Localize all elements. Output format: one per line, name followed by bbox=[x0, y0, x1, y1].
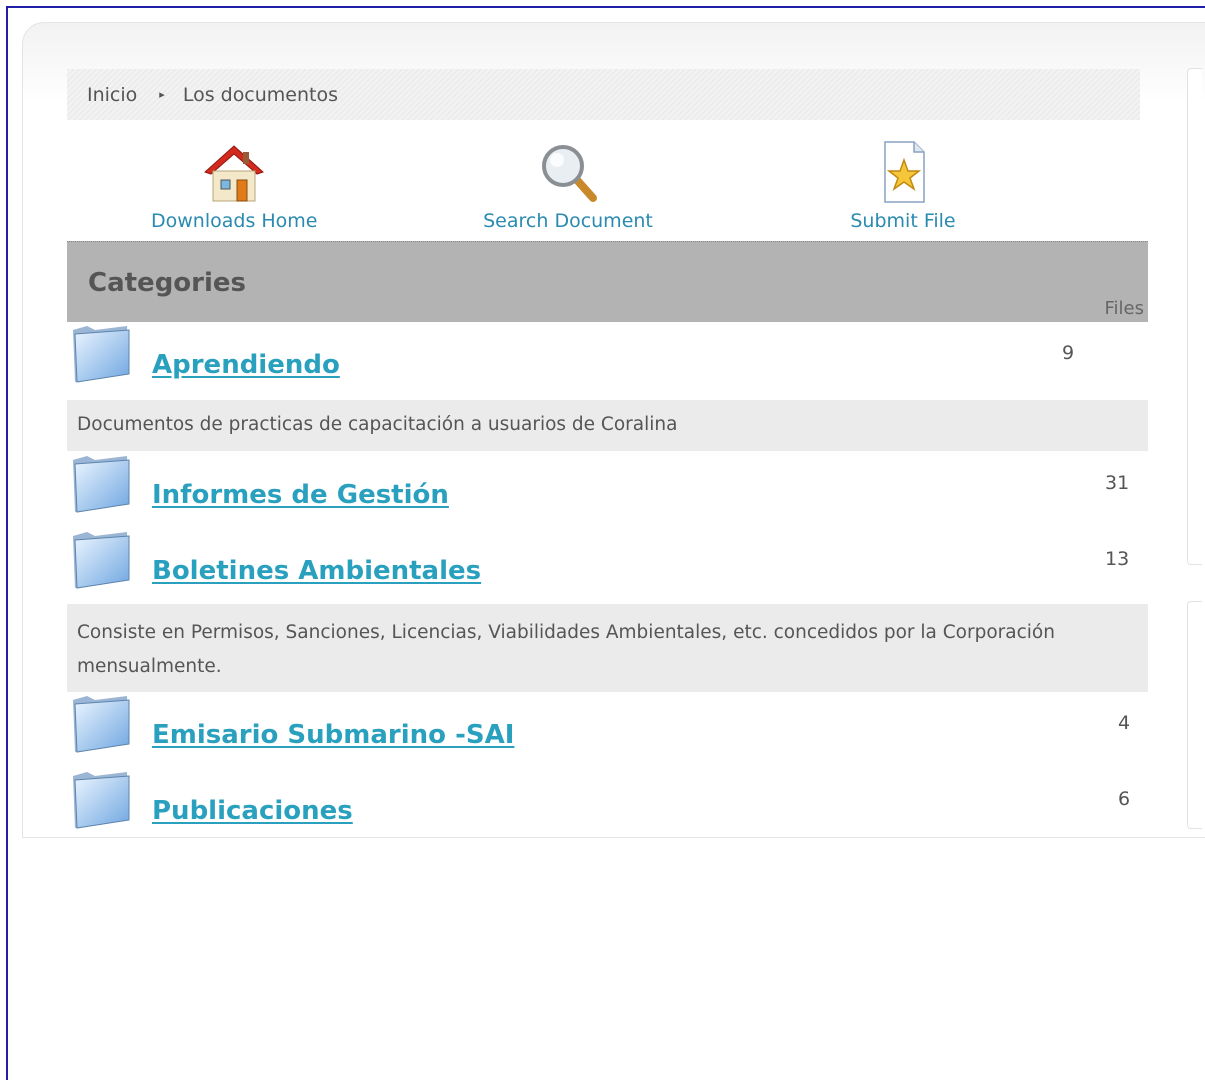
category-file-count: 9 bbox=[1062, 342, 1075, 364]
downloads-home-label: Downloads Home bbox=[151, 210, 318, 232]
downloads-toolbar: Downloads Home Search Document Submit Fi… bbox=[67, 140, 1147, 240]
category-link-aprendiendo[interactable]: Aprendiendo bbox=[152, 350, 340, 380]
category-row: Publicaciones 6 bbox=[67, 768, 1148, 834]
search-document-label: Search Document bbox=[483, 210, 653, 232]
downloads-home-button[interactable]: Downloads Home bbox=[151, 140, 318, 232]
breadcrumb-home-link[interactable]: Inicio bbox=[87, 84, 137, 106]
magnifier-icon bbox=[542, 145, 597, 202]
categories-header: Categories Files bbox=[67, 241, 1148, 322]
sidebar-module-edge bbox=[1187, 601, 1202, 829]
category-row: Aprendiendo 9 bbox=[67, 322, 1148, 394]
house-icon bbox=[204, 145, 264, 202]
category-file-count: 6 bbox=[1118, 788, 1131, 810]
folder-icon[interactable] bbox=[69, 528, 133, 590]
category-row: Informes de Gestión 31 bbox=[67, 452, 1148, 524]
sidebar-module-edge bbox=[1187, 68, 1202, 565]
submit-file-button[interactable]: Submit File bbox=[847, 140, 959, 232]
folder-icon[interactable] bbox=[69, 768, 133, 830]
category-file-count: 4 bbox=[1118, 712, 1131, 734]
category-file-count: 31 bbox=[1105, 472, 1130, 494]
category-description: Documentos de practicas de capacitación … bbox=[67, 400, 1148, 451]
category-link-informes-de-gestion[interactable]: Informes de Gestión bbox=[152, 480, 449, 510]
category-link-boletines-ambientales[interactable]: Boletines Ambientales bbox=[152, 556, 481, 586]
category-file-count: 13 bbox=[1105, 548, 1130, 570]
folder-icon[interactable] bbox=[69, 452, 133, 514]
category-description: Consiste en Permisos, Sanciones, Licenci… bbox=[67, 604, 1148, 692]
categories-title: Categories bbox=[88, 268, 247, 298]
breadcrumb-separator-icon: ▸ bbox=[159, 88, 165, 101]
category-row: Boletines Ambientales 13 bbox=[67, 528, 1148, 600]
breadcrumb: Inicio ▸ Los documentos bbox=[67, 69, 1140, 120]
submit-file-label: Submit File bbox=[850, 210, 956, 232]
category-link-emisario-submarino-sai[interactable]: Emisario Submarino -SAI bbox=[152, 720, 514, 750]
category-row: Emisario Submarino -SAI 4 bbox=[67, 692, 1148, 764]
star-document-icon bbox=[884, 141, 925, 203]
category-link-publicaciones[interactable]: Publicaciones bbox=[152, 796, 353, 826]
breadcrumb-current: Los documentos bbox=[182, 83, 339, 106]
folder-icon[interactable] bbox=[69, 692, 133, 754]
search-document-button[interactable]: Search Document bbox=[481, 140, 655, 232]
files-column-header: Files bbox=[1104, 298, 1145, 319]
folder-icon[interactable] bbox=[69, 322, 133, 384]
